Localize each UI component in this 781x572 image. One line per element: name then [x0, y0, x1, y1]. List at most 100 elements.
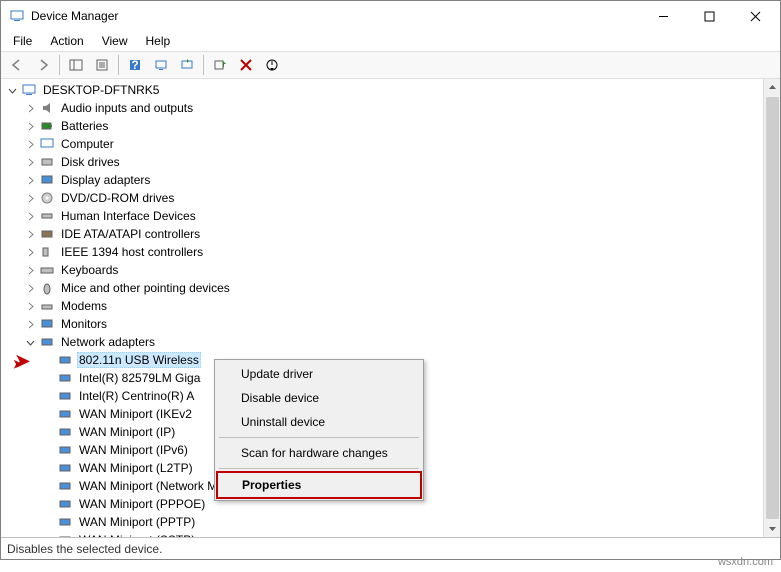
help-button[interactable]: ?: [123, 53, 147, 77]
disk-icon: [39, 154, 55, 170]
annotation-arrow-icon: ➤➤: [15, 351, 30, 372]
menu-separator: [219, 468, 419, 469]
tree-item-display[interactable]: Display adapters: [1, 171, 763, 189]
tree-label: WAN Miniport (IP): [77, 424, 177, 440]
expand-icon[interactable]: [23, 173, 37, 187]
update-driver-button[interactable]: [175, 53, 199, 77]
expand-icon[interactable]: [23, 191, 37, 205]
tree-item-dvd[interactable]: DVD/CD-ROM drives: [1, 189, 763, 207]
enable-device-button[interactable]: [208, 53, 232, 77]
window-controls: [640, 1, 778, 31]
tree-label: Intel(R) Centrino(R) A: [77, 388, 196, 404]
network-adapter-icon: [57, 496, 73, 512]
tree-item-mice[interactable]: Mice and other pointing devices: [1, 279, 763, 297]
device-manager-window: Device Manager File Action View Help ?: [0, 0, 781, 560]
tree-label: WAN Miniport (PPPOE): [77, 496, 207, 512]
uninstall-device-button[interactable]: [234, 53, 258, 77]
tree-label: WAN Miniport (L2TP): [77, 460, 195, 476]
tree-label: Computer: [59, 136, 116, 152]
menu-help[interactable]: Help: [138, 32, 179, 50]
scroll-down-icon[interactable]: [764, 520, 781, 537]
tree-item-hid[interactable]: Human Interface Devices: [1, 207, 763, 225]
tree-item-computer[interactable]: Computer: [1, 135, 763, 153]
watermark: wsxdn.com: [718, 556, 773, 568]
tree-item-network[interactable]: Network adapters: [1, 333, 763, 351]
expand-icon[interactable]: [23, 119, 37, 133]
tree-item-audio[interactable]: Audio inputs and outputs: [1, 99, 763, 117]
modem-icon: [39, 298, 55, 314]
keyboard-icon: [39, 262, 55, 278]
tree-label: IEEE 1394 host controllers: [59, 244, 205, 260]
expand-icon[interactable]: [23, 227, 37, 241]
tree-item-keyboards[interactable]: Keyboards: [1, 261, 763, 279]
menu-separator: [219, 437, 419, 438]
network-adapter-icon: [57, 532, 73, 537]
svg-text:?: ?: [131, 58, 138, 72]
scroll-thumb[interactable]: [766, 97, 779, 519]
window-title: Device Manager: [31, 9, 640, 23]
tree-item-device[interactable]: WAN Miniport (PPTP): [1, 513, 763, 531]
menu-file[interactable]: File: [5, 32, 40, 50]
tree-label: Audio inputs and outputs: [59, 100, 195, 116]
tree-label: WAN Miniport (PPTP): [77, 514, 197, 530]
tree-item-modems[interactable]: Modems: [1, 297, 763, 315]
expand-icon[interactable]: [23, 137, 37, 151]
tree-label: Keyboards: [59, 262, 120, 278]
menu-view[interactable]: View: [94, 32, 136, 50]
menu-disable-device[interactable]: Disable device: [217, 386, 421, 410]
forward-button[interactable]: [31, 53, 55, 77]
collapse-icon[interactable]: [23, 335, 37, 349]
expand-icon[interactable]: [23, 299, 37, 313]
tree-item-disk[interactable]: Disk drives: [1, 153, 763, 171]
minimize-button[interactable]: [640, 1, 686, 31]
mouse-icon: [39, 280, 55, 296]
tree-item-ieee[interactable]: IEEE 1394 host controllers: [1, 243, 763, 261]
tree-root[interactable]: DESKTOP-DFTNRK5: [1, 81, 763, 99]
show-hide-console-button[interactable]: [64, 53, 88, 77]
status-text: Disables the selected device.: [7, 542, 162, 556]
network-adapter-icon: [57, 406, 73, 422]
tree-label: Display adapters: [59, 172, 152, 188]
maximize-button[interactable]: [686, 1, 732, 31]
tree-item-ide[interactable]: IDE ATA/ATAPI controllers: [1, 225, 763, 243]
network-adapter-icon: [57, 514, 73, 530]
menu-update-driver[interactable]: Update driver: [217, 362, 421, 386]
battery-icon: [39, 118, 55, 134]
tree-label: Batteries: [59, 118, 110, 134]
properties-button[interactable]: [90, 53, 114, 77]
audio-icon: [39, 100, 55, 116]
hid-icon: [39, 208, 55, 224]
tree-label: Intel(R) 82579LM Giga: [77, 370, 202, 386]
tree-item-batteries[interactable]: Batteries: [1, 117, 763, 135]
expand-icon[interactable]: [23, 281, 37, 295]
scroll-up-icon[interactable]: [764, 79, 781, 96]
collapse-icon[interactable]: [5, 83, 19, 97]
menu-action[interactable]: Action: [42, 32, 91, 50]
expand-icon[interactable]: [23, 155, 37, 169]
network-adapter-icon: [57, 370, 73, 386]
tree-label: Modems: [59, 298, 109, 314]
menu-scan-hardware[interactable]: Scan for hardware changes: [217, 441, 421, 465]
expand-icon[interactable]: [23, 101, 37, 115]
expand-icon[interactable]: [23, 209, 37, 223]
network-adapter-icon: [57, 424, 73, 440]
dvd-icon: [39, 190, 55, 206]
expand-icon[interactable]: [23, 317, 37, 331]
tree-item-monitors[interactable]: Monitors: [1, 315, 763, 333]
close-button[interactable]: [732, 1, 778, 31]
menu-uninstall-device[interactable]: Uninstall device: [217, 410, 421, 434]
scan-hardware-button[interactable]: [149, 53, 173, 77]
expand-icon[interactable]: [23, 263, 37, 277]
vertical-scrollbar[interactable]: [763, 79, 780, 537]
disable-device-button[interactable]: [260, 53, 284, 77]
menu-properties[interactable]: Properties: [216, 471, 422, 499]
network-adapter-icon: [57, 352, 73, 368]
computer-icon: [39, 136, 55, 152]
tree-label: Network adapters: [59, 334, 157, 350]
tree-label: WAN Miniport (IKEv2: [77, 406, 194, 422]
tree-item-device[interactable]: WAN Miniport (SSTP): [1, 531, 763, 537]
app-icon: [9, 8, 25, 24]
expand-icon[interactable]: [23, 245, 37, 259]
statusbar: Disables the selected device.: [1, 537, 780, 559]
back-button[interactable]: [5, 53, 29, 77]
